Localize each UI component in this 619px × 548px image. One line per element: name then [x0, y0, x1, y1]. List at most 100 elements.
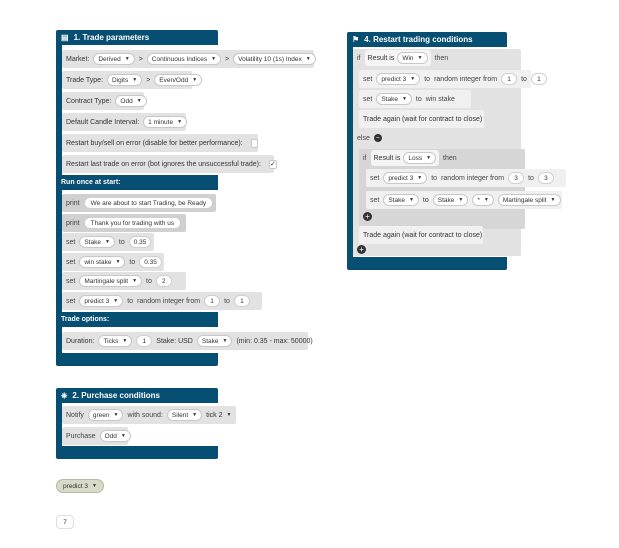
print-row-1[interactable]: print We are about to start Trading, be … — [62, 194, 216, 212]
stake-variable-dropdown[interactable]: Stake ▼ — [376, 93, 412, 105]
set-predict-win-row[interactable]: set predict 3 ▼ to random integer from 1 … — [359, 70, 547, 88]
set-keyword: set — [66, 277, 76, 285]
predict-variable-dropdown[interactable]: predict 3 ▼ — [376, 73, 421, 85]
notify-color-value: green — [92, 411, 110, 419]
caret-down-icon: ▼ — [113, 298, 119, 304]
purchase-conditions-header[interactable]: ⎈ 2. Purchase conditions — [56, 388, 218, 403]
random-from-value[interactable]: 3 — [508, 172, 525, 184]
trade-subtype-dropdown[interactable]: Even/Odd ▼ — [154, 74, 203, 86]
print-text-2[interactable]: Thank you for trading with us — [83, 217, 182, 229]
if-win-row[interactable]: if Result is Win ▼ then — [353, 49, 463, 67]
caret-down-icon: ▼ — [401, 96, 407, 102]
set-stake-variable-dropdown[interactable]: Stake ▼ — [79, 236, 115, 248]
restart-last-checkbox[interactable]: ✓ — [268, 159, 277, 169]
trade-parameters-footer — [56, 353, 218, 366]
purchase-type-value: Odd — [104, 432, 117, 440]
restart-error-checkbox[interactable] — [250, 138, 258, 148]
win-stake-reference[interactable]: win stake — [426, 96, 455, 103]
if-loss-row[interactable]: if Result is Loss ▼ then — [359, 149, 469, 167]
trade-type-dropdown[interactable]: Digits ▼ — [106, 74, 143, 86]
purchase-conditions-footer — [56, 446, 218, 459]
trade-type-row: Trade Type: Digits ▼ > Even/Odd ▼ — [62, 71, 203, 89]
market-dropdown[interactable]: Derived ▼ — [93, 53, 135, 65]
random-from-value[interactable]: 1 — [501, 73, 518, 85]
result-win-dropdown[interactable]: Win ▼ — [397, 52, 428, 64]
loose-variable-block[interactable]: predict 3 ▼ — [56, 479, 104, 493]
candle-interval-row: Default Candle Interval: 1 minute ▼ — [62, 113, 188, 131]
set-martingale-variable-dropdown[interactable]: Martingale split ▼ — [79, 275, 143, 287]
remove-else-icon[interactable]: − — [373, 134, 382, 142]
caret-down-icon: ▼ — [226, 412, 232, 418]
result-value: Loss — [408, 154, 423, 162]
contract-type-label: Contract Type: — [66, 97, 112, 105]
caret-down-icon: ▼ — [124, 56, 130, 62]
to-keyword: to — [424, 75, 431, 83]
contract-type-dropdown[interactable]: Odd ▼ — [115, 95, 147, 107]
caret-down-icon: ▼ — [122, 338, 128, 344]
to-keyword: to — [528, 174, 534, 182]
result-condition[interactable]: Result is Loss ▼ — [370, 150, 440, 166]
set-win-stake-value[interactable]: 0.35 — [139, 256, 162, 268]
stake-reference-dropdown[interactable]: Stake ▼ — [432, 194, 469, 206]
restart-conditions-footer — [347, 257, 507, 270]
stake-variable-dropdown[interactable]: Stake ▼ — [383, 194, 419, 206]
to-keyword: to — [422, 196, 429, 204]
variable-value: predict 3 — [84, 297, 110, 305]
tick-sound-dropdown[interactable]: tick 2 ▼ — [206, 412, 231, 419]
trade-again-row-1[interactable]: Trade again (wait for contract to close) — [359, 110, 484, 128]
add-condition-icon[interactable]: + — [363, 212, 372, 221]
stake-variable-dropdown[interactable]: Stake ▼ — [196, 335, 233, 347]
set-stake-loss-row[interactable]: set Stake ▼ to Stake ▼ * ▼ Martingale split… — [366, 191, 562, 209]
stake-label: Stake: USD — [156, 337, 193, 345]
add-else-if-icon[interactable]: + — [357, 245, 366, 254]
set-martingale-row[interactable]: set Martingale split ▼ to 2 — [62, 272, 186, 290]
set-keyword: set — [370, 174, 380, 182]
set-stake-row[interactable]: set Stake ▼ to 0.35 — [62, 233, 154, 251]
trade-again-row-2[interactable]: Trade again (wait for contract to close) — [359, 226, 483, 244]
set-martingale-value[interactable]: 2 — [155, 275, 172, 287]
candle-interval-label: Default Candle Interval: — [66, 118, 140, 126]
arrow-separator: > — [146, 76, 151, 84]
random-to-value[interactable]: 1 — [233, 295, 250, 307]
else-row[interactable]: else − — [353, 129, 393, 147]
print-row-2[interactable]: print Thank you for trading with us — [62, 214, 186, 232]
set-predict-row[interactable]: set predict 3 ▼ to random integer from 1 … — [62, 292, 262, 310]
symbol-dropdown[interactable]: Volatility 10 (1s) Index ▼ — [233, 53, 316, 65]
restart-conditions-header[interactable]: ⚑ 4. Restart trading conditions — [347, 32, 507, 47]
set-win-stake-variable-dropdown[interactable]: win stake ▼ — [79, 256, 126, 268]
contract-type-value: Odd — [120, 97, 133, 105]
result-loss-dropdown[interactable]: Loss ▼ — [403, 152, 437, 164]
martingale-variable-dropdown[interactable]: Martingale split ▼ — [497, 194, 561, 206]
trade-parameters-header[interactable]: ▤ 1. Trade parameters — [56, 30, 218, 45]
trade-options-title: Trade options: — [61, 316, 110, 323]
set-stake-value[interactable]: 0.35 — [128, 236, 152, 248]
stake-range-text: (min: 0.35 - max: 50000) — [236, 337, 313, 345]
submarket-dropdown[interactable]: Continuous Indices ▼ — [146, 53, 222, 65]
notify-color-dropdown[interactable]: green ▼ — [87, 409, 124, 421]
predict-variable-dropdown[interactable]: predict 3 ▼ — [383, 172, 428, 184]
random-to-value[interactable]: 3 — [537, 172, 554, 184]
duration-value[interactable]: 1 — [136, 335, 153, 347]
duration-unit-dropdown[interactable]: Ticks ▼ — [98, 335, 133, 347]
sound-dropdown[interactable]: Silent ▼ — [166, 409, 203, 421]
set-predict-variable-dropdown[interactable]: predict 3 ▼ — [79, 295, 124, 307]
random-from-value[interactable]: 1 — [204, 295, 221, 307]
stake-variable-value: Stake — [201, 337, 219, 345]
candle-interval-dropdown[interactable]: 1 minute ▼ — [143, 116, 188, 128]
notify-row[interactable]: Notify green ▼ with sound: Silent ▼ tick 2… — [62, 406, 236, 424]
purchase-row[interactable]: Purchase Odd ▼ — [62, 427, 131, 445]
set-stake-win-row[interactable]: set Stake ▼ to win stake — [359, 90, 471, 108]
set-win-stake-row[interactable]: set win stake ▼ to 0.35 — [62, 253, 164, 271]
stake-ref-value: Stake — [437, 196, 455, 204]
set-predict-loss-row[interactable]: set predict 3 ▼ to random integer from 3 … — [366, 169, 566, 187]
variable-value: Stake — [388, 196, 405, 204]
operator-dropdown[interactable]: * ▼ — [472, 194, 494, 206]
print-text-1[interactable]: We are about to start Trading, be Ready — [83, 197, 214, 209]
caret-down-icon: ▼ — [408, 197, 414, 203]
count-badge[interactable]: 7 — [56, 515, 74, 529]
result-condition[interactable]: Result is Win ▼ — [364, 50, 431, 66]
random-integer-label: random integer from — [137, 297, 201, 305]
purchase-type-dropdown[interactable]: Odd ▼ — [99, 430, 131, 442]
random-to-value[interactable]: 1 — [530, 73, 547, 85]
duration-label: Duration: — [66, 337, 95, 345]
